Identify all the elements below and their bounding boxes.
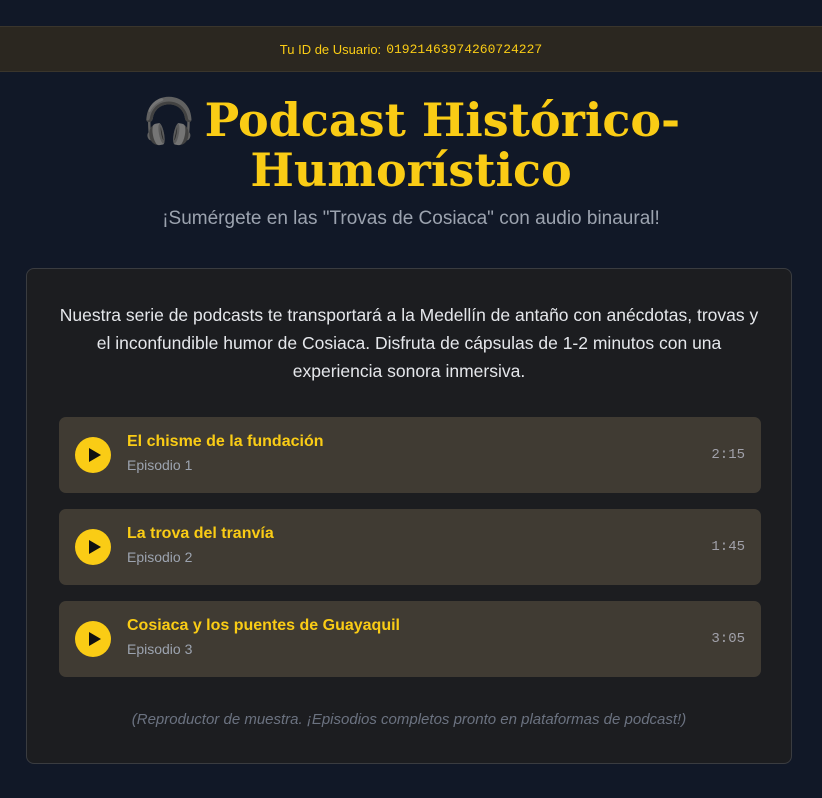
play-icon <box>89 540 101 554</box>
headphones-icon: 🎧 <box>141 96 197 147</box>
sample-player-note: (Reproductor de muestra. ¡Episodios comp… <box>131 711 687 728</box>
episode-title: La trova del tranvía <box>127 525 274 542</box>
user-id-label: Tu ID de Usuario: <box>279 41 382 57</box>
episode-number: Episodio 3 <box>127 641 193 657</box>
episode-info: Cosiaca y los puentes de Guayaquil Episo… <box>127 617 711 657</box>
page-title-text: Podcast Histórico-Humorístico <box>204 93 681 197</box>
episode-number: Episodio 1 <box>127 457 193 473</box>
page-header: 🎧 Podcast Histórico-Humorístico ¡Sumérget… <box>0 96 822 230</box>
podcast-card: Nuestra serie de podcasts te transportar… <box>26 268 792 764</box>
play-button[interactable] <box>75 621 111 657</box>
episode-title: El chisme de la fundación <box>127 433 324 450</box>
top-strip <box>0 0 822 26</box>
episode-info: La trova del tranvía Episodio 2 <box>127 525 711 565</box>
episode-duration: 1:45 <box>711 539 745 555</box>
play-button[interactable] <box>75 437 111 473</box>
episode-duration: 2:15 <box>711 447 745 463</box>
episode-list: El chisme de la fundación Episodio 1 2:1… <box>59 417 761 693</box>
episode-duration: 3:05 <box>711 631 745 647</box>
episode-item: La trova del tranvía Episodio 2 1:45 <box>59 509 761 585</box>
play-icon <box>89 448 101 462</box>
user-id-bar: Tu ID de Usuario: 01921463974260724227 <box>0 26 822 72</box>
page-subtitle: ¡Sumérgete en las "Trovas de Cosiaca" co… <box>162 208 660 229</box>
play-button[interactable] <box>75 529 111 565</box>
episode-info: El chisme de la fundación Episodio 1 <box>127 433 711 473</box>
episode-item: Cosiaca y los puentes de Guayaquil Episo… <box>59 601 761 677</box>
episode-number: Episodio 2 <box>127 549 193 565</box>
page-title: 🎧 Podcast Histórico-Humorístico <box>111 96 711 194</box>
user-id-value: 01921463974260724227 <box>386 41 543 57</box>
episode-title: Cosiaca y los puentes de Guayaquil <box>127 617 400 634</box>
episode-item: El chisme de la fundación Episodio 1 2:1… <box>59 417 761 493</box>
play-icon <box>89 632 101 646</box>
intro-text: Nuestra serie de podcasts te transportar… <box>59 305 759 381</box>
